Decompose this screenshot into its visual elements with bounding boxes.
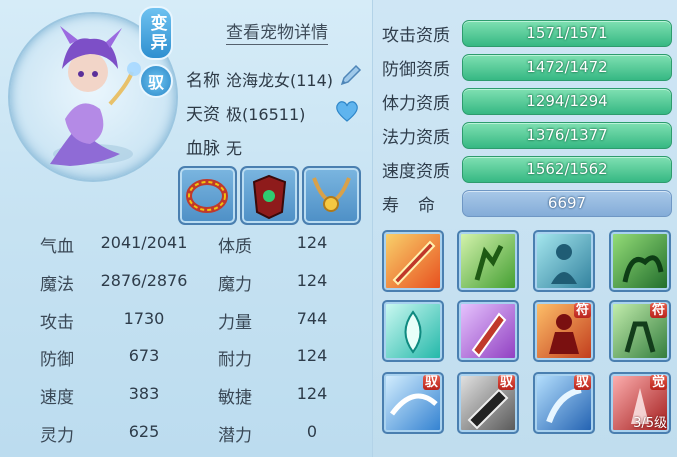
skill-slot[interactable]: [457, 300, 519, 362]
skill-tag: 驭: [422, 375, 440, 390]
skill-spirit-icon: [551, 244, 577, 284]
aptitude-bar: 1376/1377: [462, 122, 672, 149]
skill-slot[interactable]: 符: [533, 300, 595, 362]
stat-label: 防御: [40, 350, 74, 370]
skill-level: 3/5级: [633, 416, 667, 431]
skill-slot[interactable]: [533, 230, 595, 292]
skill-tag: 符: [649, 303, 667, 318]
stat-value: 1730: [123, 309, 165, 328]
name-label: 名称: [186, 71, 220, 91]
aptitude-label: 法力资质: [382, 128, 450, 148]
talent-value: 极(16511): [226, 105, 306, 124]
aptitude-label: 速度资质: [382, 162, 450, 182]
skill-water-flame-icon: [404, 310, 422, 354]
stat-value: 673: [128, 346, 160, 365]
attribute-value: 124: [296, 346, 328, 365]
skill-slot[interactable]: 觉 3/5级: [609, 372, 671, 434]
attribute-value: 744: [296, 309, 328, 328]
talent-label: 天资: [186, 105, 220, 125]
stat-value: 2041/2041: [100, 233, 188, 252]
stat-value: 625: [128, 422, 160, 441]
aptitude-label: 体力资质: [382, 94, 450, 114]
lifespan-bar: 6697: [462, 190, 672, 217]
bloodline-value: 无: [226, 139, 243, 158]
attribute-label: 潜力: [218, 426, 252, 446]
stat-label: 灵力: [40, 426, 74, 446]
view-pet-details-link[interactable]: 查看宠物详情: [226, 18, 328, 45]
skill-lightning-blade-icon: [471, 312, 507, 358]
bloodline-label: 血脉: [186, 139, 220, 159]
aptitude-label: 防御资质: [382, 60, 450, 80]
skill-slot[interactable]: [382, 300, 444, 362]
attribute-value: 124: [296, 384, 328, 403]
edit-name-icon[interactable]: [338, 62, 364, 88]
attribute-label: 耐力: [218, 350, 252, 370]
equipment-slot-armor[interactable]: [240, 166, 299, 225]
skill-slot[interactable]: [457, 230, 519, 292]
skill-tag: 驭: [573, 375, 591, 390]
skill-summon-icon: [622, 255, 664, 283]
skill-shadow-strike-icon: [474, 244, 504, 281]
stat-label: 攻击: [40, 313, 74, 333]
aptitude-bar: 1294/1294: [462, 88, 672, 115]
pet-detail-panel: 变异 驭 查看宠物详情 名称 沧海龙女(114) 天资 极(16511) 血脉 …: [0, 0, 677, 457]
equipment-slot-necklace[interactable]: [302, 166, 361, 225]
skill-tag: 符: [573, 303, 591, 318]
necklace-icon: [312, 177, 351, 212]
stat-label: 魔法: [40, 275, 74, 295]
skill-blade-icon: [392, 240, 436, 286]
skill-slot[interactable]: 驭: [382, 372, 444, 434]
ride-badge[interactable]: 驭: [139, 64, 173, 98]
attribute-value: 0: [306, 422, 318, 441]
aptitude-bar: 1571/1571: [462, 20, 672, 47]
armor-icon: [252, 174, 287, 220]
attribute-value: 124: [296, 233, 328, 252]
attribute-label: 体质: [218, 237, 252, 257]
skill-slot[interactable]: 驭: [457, 372, 519, 434]
attribute-label: 敏捷: [218, 388, 252, 408]
pet-name: 沧海龙女(114): [226, 71, 334, 90]
collar-icon: [186, 179, 228, 213]
skill-tag: 驭: [497, 375, 515, 390]
stat-label: 气血: [40, 237, 74, 257]
aptitude-label: 攻击资质: [382, 26, 450, 46]
equipment-slot-collar[interactable]: [178, 166, 237, 225]
attribute-label: 力量: [218, 313, 252, 333]
attribute-value: 124: [296, 271, 328, 290]
skill-slot[interactable]: 驭: [533, 372, 595, 434]
attribute-label: 魔力: [218, 275, 252, 295]
stat-label: 速度: [40, 388, 74, 408]
aptitude-bar: 1472/1472: [462, 54, 672, 81]
variant-badge: 变异: [139, 6, 173, 60]
skill-slot[interactable]: [382, 230, 444, 292]
stat-value: 383: [128, 384, 160, 403]
lifespan-label: 寿 命: [382, 196, 436, 216]
heart-icon[interactable]: [334, 99, 360, 123]
skill-tag: 觉: [649, 375, 667, 390]
skill-slot[interactable]: [609, 230, 671, 292]
skill-slot[interactable]: 符: [609, 300, 671, 362]
stat-value: 2876/2876: [100, 271, 188, 290]
aptitude-bar: 1562/1562: [462, 156, 672, 183]
